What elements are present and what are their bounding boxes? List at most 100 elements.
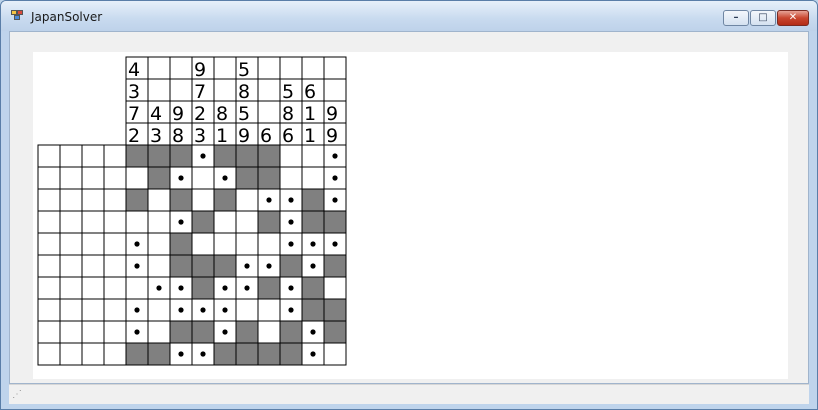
- puzzle-cell-filled[interactable]: [169, 254, 193, 278]
- puzzle-cell-filled[interactable]: [323, 210, 347, 234]
- puzzle-cell-filled[interactable]: [323, 320, 347, 344]
- puzzle-cell-filled[interactable]: [147, 342, 171, 366]
- puzzle-cell-filled[interactable]: [169, 320, 193, 344]
- puzzle-cell[interactable]: [301, 166, 325, 190]
- puzzle-cell[interactable]: [147, 232, 171, 256]
- column-clue-number: 9: [194, 59, 206, 81]
- puzzle-cell-filled[interactable]: [213, 188, 237, 212]
- puzzle-cell-filled[interactable]: [235, 320, 259, 344]
- puzzle-cell-filled[interactable]: [191, 254, 215, 278]
- row-clue-cell: [37, 188, 61, 212]
- status-bar: ⋰: [9, 384, 809, 404]
- puzzle-cell[interactable]: [147, 210, 171, 234]
- puzzle-cell[interactable]: [235, 210, 259, 234]
- close-button[interactable]: ✕: [777, 10, 809, 26]
- resize-grip-icon[interactable]: ⋰: [12, 388, 26, 402]
- empty-mark-dot: [266, 263, 272, 269]
- row-clue-cell: [59, 166, 83, 190]
- column-clue-number: 5: [238, 59, 250, 81]
- empty-mark-dot: [244, 263, 250, 269]
- minimize-button[interactable]: –: [723, 10, 749, 26]
- puzzle-cell-filled[interactable]: [191, 276, 215, 300]
- puzzle-cell[interactable]: [235, 298, 259, 322]
- row-clue-cell: [81, 144, 105, 168]
- row-clue-cell: [59, 210, 83, 234]
- puzzle-cell[interactable]: [279, 166, 303, 190]
- puzzle-cell-filled[interactable]: [213, 254, 237, 278]
- puzzle-cell-filled[interactable]: [235, 166, 259, 190]
- puzzle-cell-filled[interactable]: [169, 188, 193, 212]
- column-clue-cell: [257, 100, 281, 124]
- puzzle-cell-filled[interactable]: [147, 166, 171, 190]
- puzzle-cell-filled[interactable]: [235, 144, 259, 168]
- puzzle-cell[interactable]: [125, 166, 149, 190]
- puzzle-cell-filled[interactable]: [125, 144, 149, 168]
- puzzle-cell[interactable]: [147, 298, 171, 322]
- puzzle-cell[interactable]: [235, 232, 259, 256]
- empty-mark-dot: [222, 175, 228, 181]
- puzzle-cell-filled[interactable]: [125, 342, 149, 366]
- puzzle-cell-filled[interactable]: [125, 188, 149, 212]
- puzzle-cell[interactable]: [147, 320, 171, 344]
- puzzle-cell[interactable]: [323, 276, 347, 300]
- puzzle-cell[interactable]: [257, 298, 281, 322]
- puzzle-cell[interactable]: [147, 254, 171, 278]
- puzzle-cell[interactable]: [323, 342, 347, 366]
- column-clue-cell: [279, 56, 303, 80]
- puzzle-cell[interactable]: [257, 320, 281, 344]
- puzzle-cell-filled[interactable]: [191, 320, 215, 344]
- title-bar[interactable]: JapanSolver – □ ✕: [1, 1, 817, 31]
- column-clue-number: 7: [194, 81, 206, 103]
- puzzle-cell[interactable]: [191, 166, 215, 190]
- puzzle-cell[interactable]: [125, 210, 149, 234]
- puzzle-cell-filled[interactable]: [257, 166, 281, 190]
- row-clue-cell: [81, 210, 105, 234]
- puzzle-cell[interactable]: [213, 210, 237, 234]
- app-window: JapanSolver – □ ✕ 4372439897238158596586…: [0, 0, 818, 410]
- puzzle-cell-filled[interactable]: [213, 144, 237, 168]
- puzzle-cell-filled[interactable]: [257, 144, 281, 168]
- puzzle-panel: 437243989723815859658661199: [33, 52, 788, 379]
- puzzle-cell-filled[interactable]: [257, 210, 281, 234]
- nonogram-grid[interactable]: 437243989723815859 658661199: [33, 52, 353, 372]
- puzzle-cell-filled[interactable]: [323, 254, 347, 278]
- column-clue-number: 8: [216, 103, 228, 125]
- puzzle-cell[interactable]: [125, 276, 149, 300]
- column-clue-number: 8: [238, 81, 250, 103]
- maximize-button[interactable]: □: [750, 10, 776, 26]
- puzzle-cell[interactable]: [213, 232, 237, 256]
- row-clue-cell: [37, 166, 61, 190]
- puzzle-cell[interactable]: [279, 144, 303, 168]
- puzzle-cell-filled[interactable]: [169, 232, 193, 256]
- puzzle-cell-filled[interactable]: [279, 320, 303, 344]
- puzzle-cell[interactable]: [257, 232, 281, 256]
- row-clue-cell: [103, 188, 127, 212]
- puzzle-cell[interactable]: [301, 144, 325, 168]
- puzzle-cell-filled[interactable]: [279, 342, 303, 366]
- puzzle-cell[interactable]: [191, 188, 215, 212]
- puzzle-cell[interactable]: [235, 188, 259, 212]
- column-clue-number: 9: [326, 125, 338, 147]
- puzzle-cell-filled[interactable]: [235, 342, 259, 366]
- column-clue-number: 3: [150, 125, 162, 147]
- puzzle-cell-filled[interactable]: [279, 254, 303, 278]
- puzzle-cell-filled[interactable]: [257, 276, 281, 300]
- row-clue-cell: [103, 210, 127, 234]
- row-clue-cell: [37, 276, 61, 300]
- puzzle-cell-filled[interactable]: [301, 276, 325, 300]
- puzzle-cell-filled[interactable]: [301, 210, 325, 234]
- puzzle-cell-filled[interactable]: [169, 144, 193, 168]
- puzzle-cell-filled[interactable]: [301, 298, 325, 322]
- column-clue-number: 9: [326, 103, 338, 125]
- puzzle-cell-filled[interactable]: [323, 298, 347, 322]
- puzzle-cell[interactable]: [147, 188, 171, 212]
- row-clue-cell: [81, 188, 105, 212]
- puzzle-cell-filled[interactable]: [191, 210, 215, 234]
- empty-mark-dot: [134, 307, 140, 313]
- row-clue-cell: [59, 320, 83, 344]
- puzzle-cell-filled[interactable]: [147, 144, 171, 168]
- puzzle-cell[interactable]: [191, 232, 215, 256]
- puzzle-cell-filled[interactable]: [257, 342, 281, 366]
- puzzle-cell-filled[interactable]: [213, 342, 237, 366]
- puzzle-cell-filled[interactable]: [301, 188, 325, 212]
